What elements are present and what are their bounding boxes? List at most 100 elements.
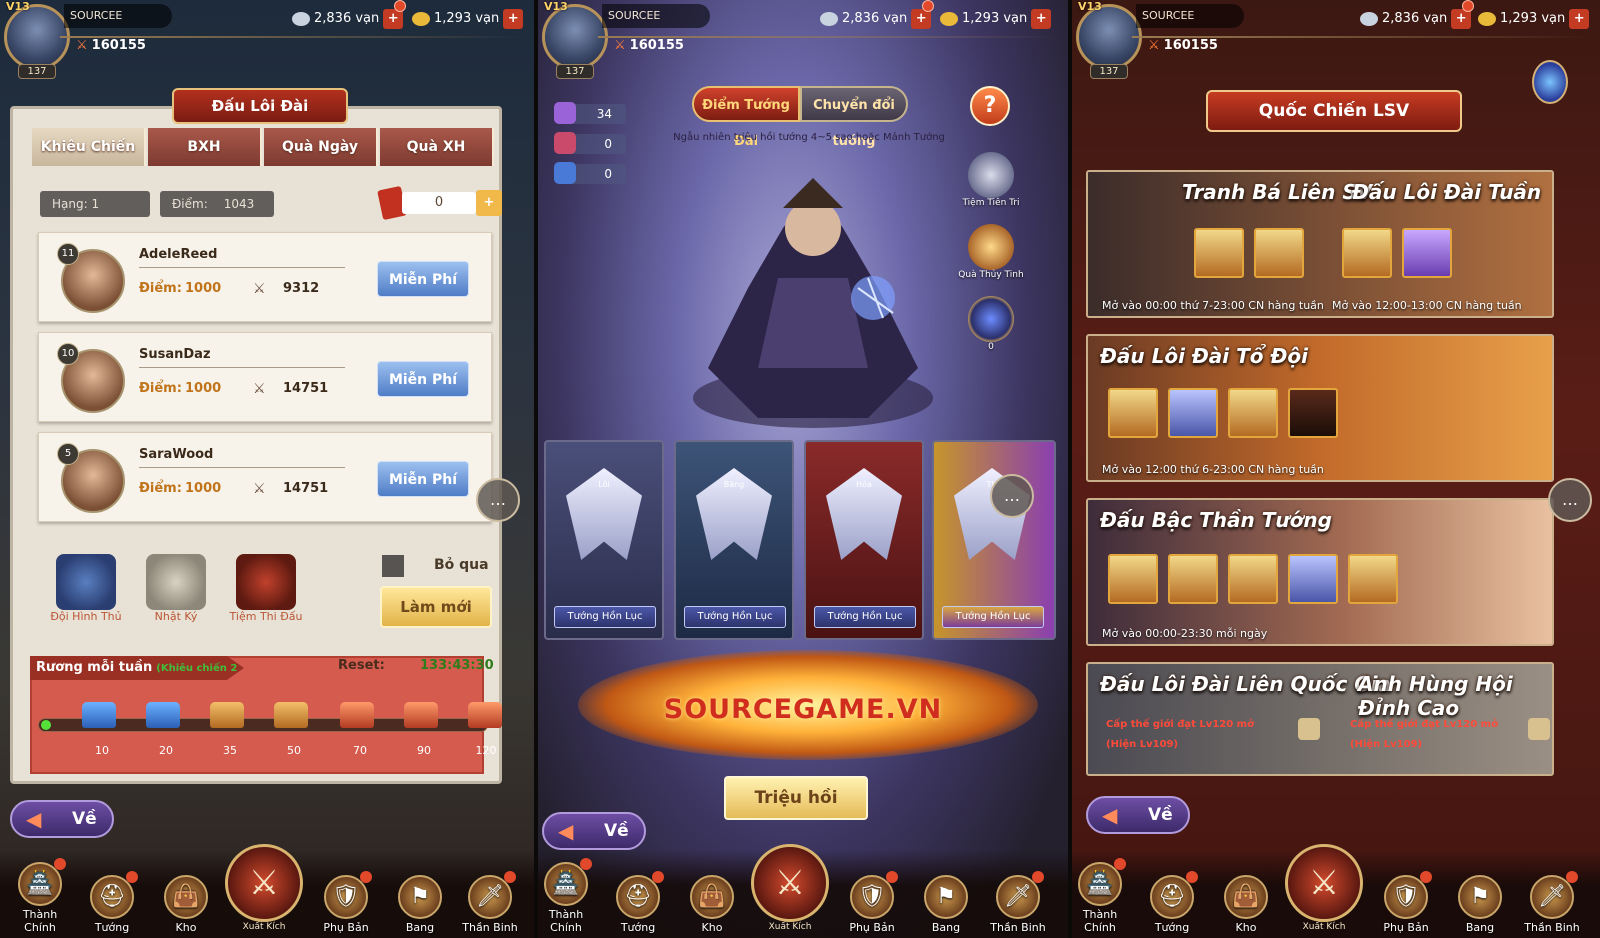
crystal-gift-button[interactable]: Quà Thủy Tinh (958, 224, 1024, 280)
tab-challenge[interactable]: Khiêu Chiến (32, 128, 146, 166)
nav-divine-weapon[interactable]: 🗡 Thần Binh (986, 871, 1050, 934)
summon-card-ice[interactable]: Băng Tướng Hồn Lục (674, 440, 794, 640)
reward-item-icon (1342, 228, 1392, 278)
summon-card-thunder[interactable]: Lôi Tướng Hồn Lục (544, 440, 664, 640)
add-ticket-button[interactable]: + (476, 190, 502, 216)
event-locked-pair[interactable]: Đấu Lôi Đài Liên Quốc Gia Anh Hùng Hội Đ… (1086, 662, 1554, 776)
back-button[interactable]: ◀ Về (1086, 796, 1190, 834)
chat-bubble-icon[interactable]: … (990, 474, 1034, 518)
add-gold-button[interactable]: + (503, 8, 524, 29)
blue-chest-icon[interactable] (82, 702, 116, 728)
tab-general-points[interactable]: Điểm Tướng Đài (692, 86, 800, 149)
nav-storage[interactable]: 👜 Kho (154, 875, 218, 934)
flag-icon: ⚑ (924, 875, 968, 919)
defense-lineup-button[interactable]: Đội Hình Thủ (46, 554, 126, 623)
back-button[interactable]: ◀ Về (10, 800, 114, 838)
nav-sortie[interactable]: ⚔ Xuất Kích (1282, 844, 1366, 932)
gold-chest-icon[interactable] (274, 702, 308, 728)
event-cross-server[interactable]: Tranh Bá Liên SV Đấu Lôi Đài Tuần Mở vào… (1086, 170, 1554, 318)
milestone-label: 20 (159, 744, 173, 757)
orb-icon (968, 296, 1014, 342)
nav-dungeon[interactable]: 🛡 Phụ Bản (314, 871, 378, 934)
flag-icon: ⚑ (398, 875, 442, 919)
notification-dot (652, 871, 664, 883)
red-chest-icon[interactable] (468, 702, 502, 728)
nav-dungeon[interactable]: 🛡 Phụ Bản (840, 871, 904, 934)
arena-shop-button[interactable]: Tiệm Thi Đấu (226, 554, 306, 623)
tab-ranking[interactable]: BXH (148, 128, 262, 166)
blue-chest-icon[interactable] (146, 702, 180, 728)
event-god-general[interactable]: Đấu Bậc Thần Tướng Mở vào 00:00-23:30 mỗ… (1086, 498, 1554, 646)
event-title: Tranh Bá Liên SV (1182, 180, 1373, 204)
nav-sortie[interactable]: ⚔ Xuất Kích (748, 844, 832, 932)
orb-button[interactable]: 0 (958, 296, 1024, 352)
bottom-nav: 🏯 Thành Chính ⛑ Tướng 👜 Kho ⚔ Xuất Kích 🛡 Phụ… (1072, 844, 1600, 938)
nav-guild[interactable]: ⚑ Bang (914, 875, 978, 934)
free-challenge-button[interactable]: Miễn Phí (377, 261, 469, 297)
gold-chest-icon[interactable] (210, 702, 244, 728)
hero-artwork (693, 178, 933, 428)
summon-token-counter: 0 (554, 162, 626, 184)
silver-value: 2,836 vạn (1382, 11, 1448, 26)
skip-checkbox[interactable] (382, 555, 404, 577)
nav-guild[interactable]: ⚑ Bang (1448, 875, 1512, 934)
watermark: SOURCEGAME.VN (663, 694, 943, 725)
tab-rank-gift[interactable]: Quà XH (380, 128, 494, 166)
opponent-name: AdeleReed (139, 247, 218, 262)
notification-dot (580, 858, 592, 870)
player-name: SOURCEE (1136, 4, 1244, 28)
red-chest-icon[interactable] (404, 702, 438, 728)
refresh-button[interactable]: Làm mới (380, 586, 492, 628)
nav-generals[interactable]: ⛑ Tướng (1140, 871, 1204, 934)
event-title: Đấu Bậc Thần Tướng (1100, 508, 1332, 532)
chat-bubble-icon[interactable]: … (1548, 478, 1592, 522)
event-team-arena[interactable]: Đấu Lôi Đài Tổ Đội Mở vào 12:00 thứ 6-23… (1086, 334, 1554, 482)
add-gold-button[interactable]: + (1031, 8, 1052, 29)
summon-card-earth[interactable]: Thổ Tướng Hồn Lục (932, 440, 1056, 640)
back-button[interactable]: ◀ Về (542, 812, 646, 850)
name-underline (139, 267, 345, 268)
notification-dot (1114, 858, 1126, 870)
reward-crystal-icon (1402, 228, 1452, 278)
opponent-power: 14751 (283, 481, 329, 496)
tab-daily-gift[interactable]: Quà Ngày (264, 128, 378, 166)
nav-storage[interactable]: 👜 Kho (1214, 875, 1278, 934)
nav-generals[interactable]: ⛑ Tướng (606, 871, 670, 934)
nav-generals[interactable]: ⛑ Tướng (80, 871, 144, 934)
nav-divine-weapon[interactable]: 🗡 Thần Binh (458, 871, 522, 934)
lock-current-level: (Hiện Lv109) (1350, 739, 1423, 750)
help-button[interactable]: ? (970, 86, 1010, 126)
nav-dungeon[interactable]: 🛡 Phụ Bản (1374, 871, 1438, 934)
battle-log-button[interactable]: Nhật Ký (136, 554, 216, 623)
nav-sortie[interactable]: ⚔ Xuất Kích (222, 844, 306, 932)
world-portal-icon[interactable] (1532, 60, 1568, 104)
bag-icon: 👜 (164, 875, 208, 919)
red-chest-icon[interactable] (340, 702, 374, 728)
vip-badge: V13 (1078, 0, 1102, 13)
tool-label: Tiệm Thi Đấu (229, 610, 303, 623)
nav-main-city[interactable]: 🏯 Thành Chính (538, 858, 598, 934)
notification-dot (54, 858, 66, 870)
chat-bubble-icon[interactable]: … (476, 478, 520, 522)
tab-convert-general[interactable]: Chuyển đổi tướng (800, 86, 908, 149)
summon-panel: V13 137 SOURCEE ⚔ 160155 2,836 vạn + 1,293… (538, 0, 1068, 938)
top-bar: V13 137 SOURCEE ⚔ 160155 2,836 vạn + 1,293… (1072, 0, 1600, 82)
card-label: Tướng Hồn Lục (814, 606, 916, 628)
free-challenge-button[interactable]: Miễn Phí (377, 361, 469, 397)
nav-divine-weapon[interactable]: 🗡 Thần Binh (1520, 871, 1584, 934)
gold-ingot-icon (412, 11, 430, 26)
nav-storage[interactable]: 👜 Kho (680, 875, 744, 934)
free-challenge-button[interactable]: Miễn Phí (377, 461, 469, 497)
nav-main-city[interactable]: 🏯 Thành Chính (8, 858, 72, 934)
opponent-name: SaraWood (139, 447, 214, 462)
nav-guild[interactable]: ⚑ Bang (388, 875, 452, 934)
nav-main-city[interactable]: 🏯 Thành Chính (1072, 858, 1132, 934)
add-gold-button[interactable]: + (1569, 8, 1590, 29)
prophet-shop-button[interactable]: Tiệm Tiên Tri (958, 152, 1024, 208)
token-icon (554, 132, 576, 154)
summon-button[interactable]: Triệu hồi (724, 776, 868, 820)
summon-card-fire[interactable]: Hỏa Tướng Hồn Lục (804, 440, 924, 640)
opponent-score: 1000 (185, 381, 222, 396)
silver-ingot-icon (820, 11, 838, 26)
gold-value: 1,293 vạn (434, 11, 500, 26)
